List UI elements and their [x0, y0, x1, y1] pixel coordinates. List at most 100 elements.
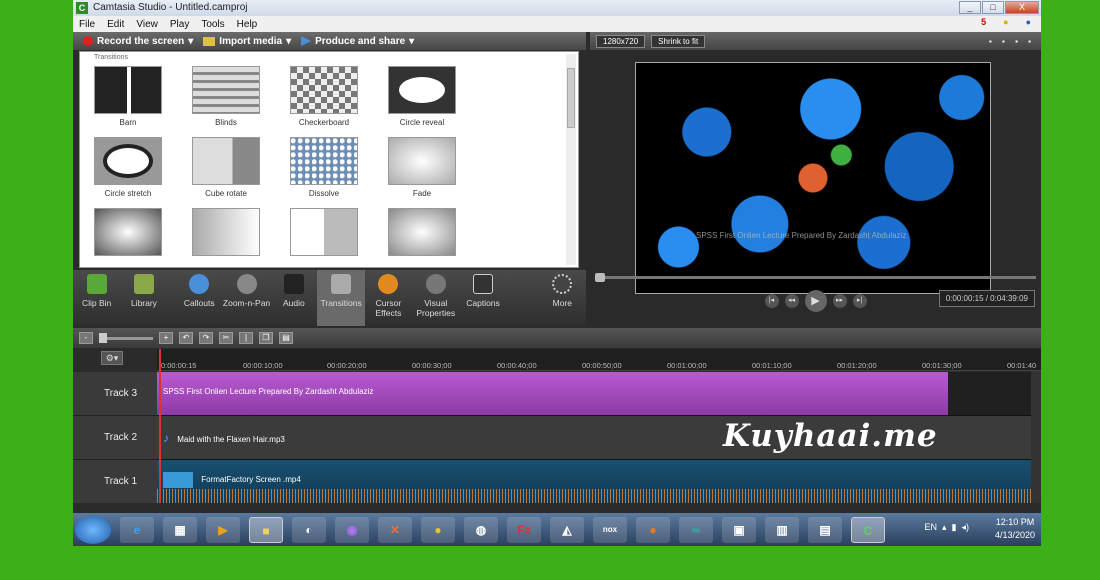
transitions-scrollbar[interactable]: [566, 54, 576, 265]
scrollbar-thumb[interactable]: [567, 68, 575, 128]
zoom-out-icon[interactable]: -: [79, 332, 93, 344]
app-icon[interactable]: ▤: [808, 516, 842, 543]
music-note-icon: ♪: [163, 431, 169, 445]
timeline-ruler[interactable]: 0:00:00:15 00:00:10;00 00:00:20;00 00:00…: [157, 349, 1041, 371]
title-bar: C Camtasia Studio - Untitled.camproj _ □…: [73, 0, 1041, 16]
task-captions[interactable]: Captions: [459, 270, 506, 326]
task-visual-properties[interactable]: Visual Properties: [412, 270, 459, 326]
record-icon: [83, 36, 93, 46]
transition-item[interactable]: [388, 208, 456, 260]
playhead[interactable]: [159, 349, 161, 509]
timeline-tick: 00:01:00;00: [667, 361, 707, 370]
transition-cube-rotate[interactable]: Cube rotate: [192, 137, 260, 198]
transition-item[interactable]: [94, 208, 162, 260]
menu-edit[interactable]: Edit: [101, 19, 130, 30]
start-button[interactable]: [75, 515, 111, 544]
notification-count[interactable]: 5: [975, 17, 992, 27]
copy-icon[interactable]: ❐: [259, 332, 273, 344]
lightbulb-icon[interactable]: ●: [997, 17, 1014, 27]
nox-icon[interactable]: nox: [593, 516, 627, 543]
cut-icon[interactable]: ✂: [219, 332, 233, 344]
task-audio[interactable]: Audio: [270, 270, 317, 326]
task-clip-bin[interactable]: Clip Bin: [73, 270, 120, 326]
timeline-horizontal-scrollbar[interactable]: [73, 503, 1041, 513]
task-callouts[interactable]: Callouts: [176, 270, 223, 326]
timeline-vertical-scrollbar[interactable]: [1031, 371, 1041, 503]
menu-help[interactable]: Help: [231, 19, 264, 30]
zoom-dropdown[interactable]: Shrink to fit: [651, 34, 706, 48]
filezilla-icon[interactable]: Fz: [507, 516, 541, 543]
arduino-icon[interactable]: ∞: [679, 516, 713, 543]
camtasia-taskbar-icon[interactable]: C: [851, 516, 885, 543]
track-header-2[interactable]: Track 2: [73, 416, 157, 460]
menu-view[interactable]: View: [130, 19, 164, 30]
task-zoom-n-pan[interactable]: Zoom-n-Pan: [223, 270, 270, 326]
app-icon[interactable]: ◐: [292, 516, 326, 543]
tray-arrow-icon[interactable]: ▴: [942, 522, 947, 533]
play-icon[interactable]: ▶: [804, 290, 827, 312]
task-library[interactable]: Library: [120, 270, 167, 326]
skip-back-icon[interactable]: |◂: [764, 294, 779, 308]
task-cursor-effects[interactable]: Cursor Effects: [365, 270, 412, 326]
menu-tools[interactable]: Tools: [195, 19, 230, 30]
transition-circle-stretch[interactable]: Circle stretch: [94, 137, 162, 198]
app-icon[interactable]: ▣: [722, 516, 756, 543]
file-explorer-icon[interactable]: ▦: [163, 516, 197, 543]
fast-forward-icon[interactable]: ▸▸: [832, 294, 847, 308]
produce-share-button[interactable]: Produce and share ▾: [301, 36, 414, 47]
timeline-zoom-slider[interactable]: [99, 332, 153, 343]
video-clip[interactable]: FormatFactory Screen .mp4: [157, 460, 1031, 503]
transition-thumbnail: [192, 208, 260, 256]
app-icon[interactable]: ◍: [464, 516, 498, 543]
task-more[interactable]: More: [539, 270, 586, 326]
dimensions-dropdown[interactable]: 1280x720: [596, 34, 646, 48]
import-media-button[interactable]: Import media ▾: [203, 36, 291, 47]
folder-icon[interactable]: ■: [249, 516, 283, 543]
transition-fade[interactable]: Fade: [388, 137, 456, 198]
track-header-3[interactable]: Track 3: [73, 372, 157, 416]
track-header-1[interactable]: Track 1: [73, 460, 157, 504]
menu-play[interactable]: Play: [164, 19, 195, 30]
callout-clip[interactable]: SPSS First Onlien Lecture Prepared By Za…: [157, 372, 948, 415]
seek-handle[interactable]: [595, 273, 605, 282]
network-icon[interactable]: ▮: [952, 522, 957, 533]
share-icon: [301, 36, 312, 46]
record-label: Record the screen: [97, 35, 185, 47]
transition-blinds[interactable]: Blinds: [192, 66, 260, 127]
preview-canvas[interactable]: SPSS First Onlien Lecture Prepared By Za…: [635, 62, 991, 294]
preview-toolbar-buttons[interactable]: ▪ ▪ ▪ ▪: [989, 37, 1035, 46]
firefox-icon[interactable]: ●: [636, 516, 670, 543]
preview-seek-slider[interactable]: [595, 273, 1036, 282]
language-indicator[interactable]: EN: [924, 522, 937, 533]
menu-file[interactable]: File: [73, 19, 101, 30]
transition-dissolve[interactable]: Dissolve: [290, 137, 358, 198]
redo-icon[interactable]: ↷: [199, 332, 213, 344]
media-player-icon[interactable]: ▶: [206, 516, 240, 543]
clock[interactable]: 12:10 PM 4/13/2020: [995, 516, 1035, 542]
viber-icon[interactable]: ◉: [335, 516, 369, 543]
split-icon[interactable]: |: [239, 332, 253, 344]
help-icon[interactable]: ●: [1020, 17, 1037, 27]
paste-icon[interactable]: ▤: [279, 332, 293, 344]
minimize-button[interactable]: _: [959, 1, 981, 14]
task-transitions[interactable]: Transitions: [317, 270, 365, 326]
skip-forward-icon[interactable]: ▸|: [852, 294, 867, 308]
timeline-settings-icon[interactable]: ⚙▾: [101, 351, 123, 365]
app-icon[interactable]: ▥: [765, 516, 799, 543]
close-button[interactable]: X: [1005, 1, 1039, 14]
app-icon[interactable]: ◭: [550, 516, 584, 543]
chrome-icon[interactable]: ●: [421, 516, 455, 543]
rewind-icon[interactable]: ◂◂: [784, 294, 799, 308]
xampp-icon[interactable]: ✕: [378, 516, 412, 543]
volume-icon[interactable]: ◂): [961, 522, 969, 533]
transition-item[interactable]: [192, 208, 260, 260]
zoom-in-icon[interactable]: +: [159, 332, 173, 344]
record-screen-button[interactable]: Record the screen ▾: [83, 36, 193, 47]
transition-barn[interactable]: Barn: [94, 66, 162, 127]
transition-item[interactable]: [290, 208, 358, 260]
maximize-button[interactable]: □: [982, 1, 1004, 14]
transition-checkerboard[interactable]: Checkerboard: [290, 66, 358, 127]
internet-explorer-icon[interactable]: e: [120, 516, 154, 543]
undo-icon[interactable]: ↶: [179, 332, 193, 344]
transition-circle-reveal[interactable]: Circle reveal: [388, 66, 456, 127]
